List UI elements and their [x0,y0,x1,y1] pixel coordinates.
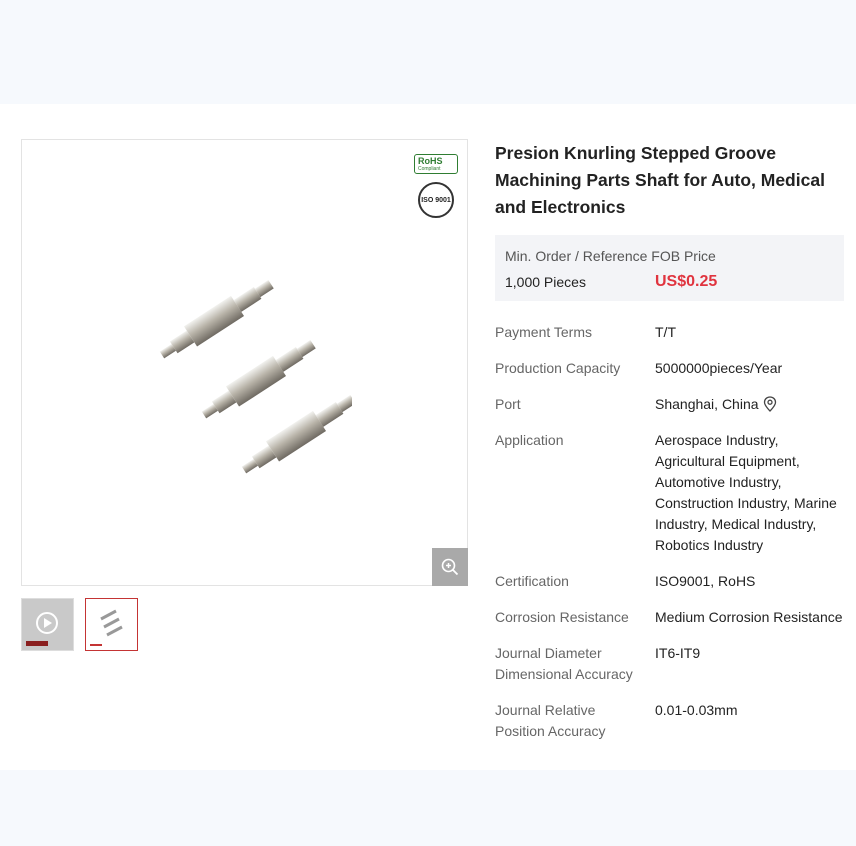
rohs-badge: RoHS Compliant [414,154,458,174]
zoom-in-icon [441,558,459,576]
port-value: Shanghai, China [655,396,759,412]
thumbnail-parts-image [90,609,123,646]
attribute-key: Corrosion Resistance [495,609,629,625]
thumbnail-product[interactable] [85,598,138,651]
zoom-button[interactable] [432,548,468,586]
product-title: Presion Knurling Stepped Groove Machinin… [495,143,825,217]
attribute-key: Port [495,396,521,412]
attribute-key: Journal Diameter Dimensional Accuracy [495,645,633,682]
attribute-key: Production Capacity [495,360,621,376]
attribute-value: Aerospace Industry, Agricultural Equipme… [655,432,837,553]
min-order-quantity: 1,000 Pieces [505,274,586,290]
main-product-image[interactable]: RoHS Compliant ISO 9001 [21,139,468,586]
iso-badge-label: ISO 9001 [421,197,451,204]
attribute-value: T/T [655,324,676,340]
price-box: Min. Order / Reference FOB Price 1,000 P… [495,235,844,301]
attribute-key: Application [495,432,564,448]
attribute-value: 5000000pieces/Year [655,360,783,376]
attribute-key: Certification [495,573,569,589]
thumbnail-video[interactable] [21,598,74,651]
attribute-value: Medium Corrosion Resistance [655,609,843,625]
attribute-key: Payment Terms [495,324,592,340]
play-icon [26,612,58,646]
attribute-key: Journal Relative Position Accuracy [495,702,606,739]
iso-badge: ISO 9001 [418,182,454,218]
rohs-badge-sublabel: Compliant [418,166,441,172]
rohs-badge-label: RoHS [418,156,443,166]
shaft-parts-illustration [159,280,352,474]
fob-price: US$0.25 [655,273,718,290]
attribute-value: ISO9001, RoHS [655,573,756,589]
attribute-value: IT6-IT9 [655,645,701,661]
attribute-value: 0.01-0.03mm [655,702,738,718]
location-pin-icon[interactable] [763,396,777,412]
price-header: Min. Order / Reference FOB Price [505,248,716,264]
attribute-value-port[interactable]: Shanghai, China [655,394,845,415]
